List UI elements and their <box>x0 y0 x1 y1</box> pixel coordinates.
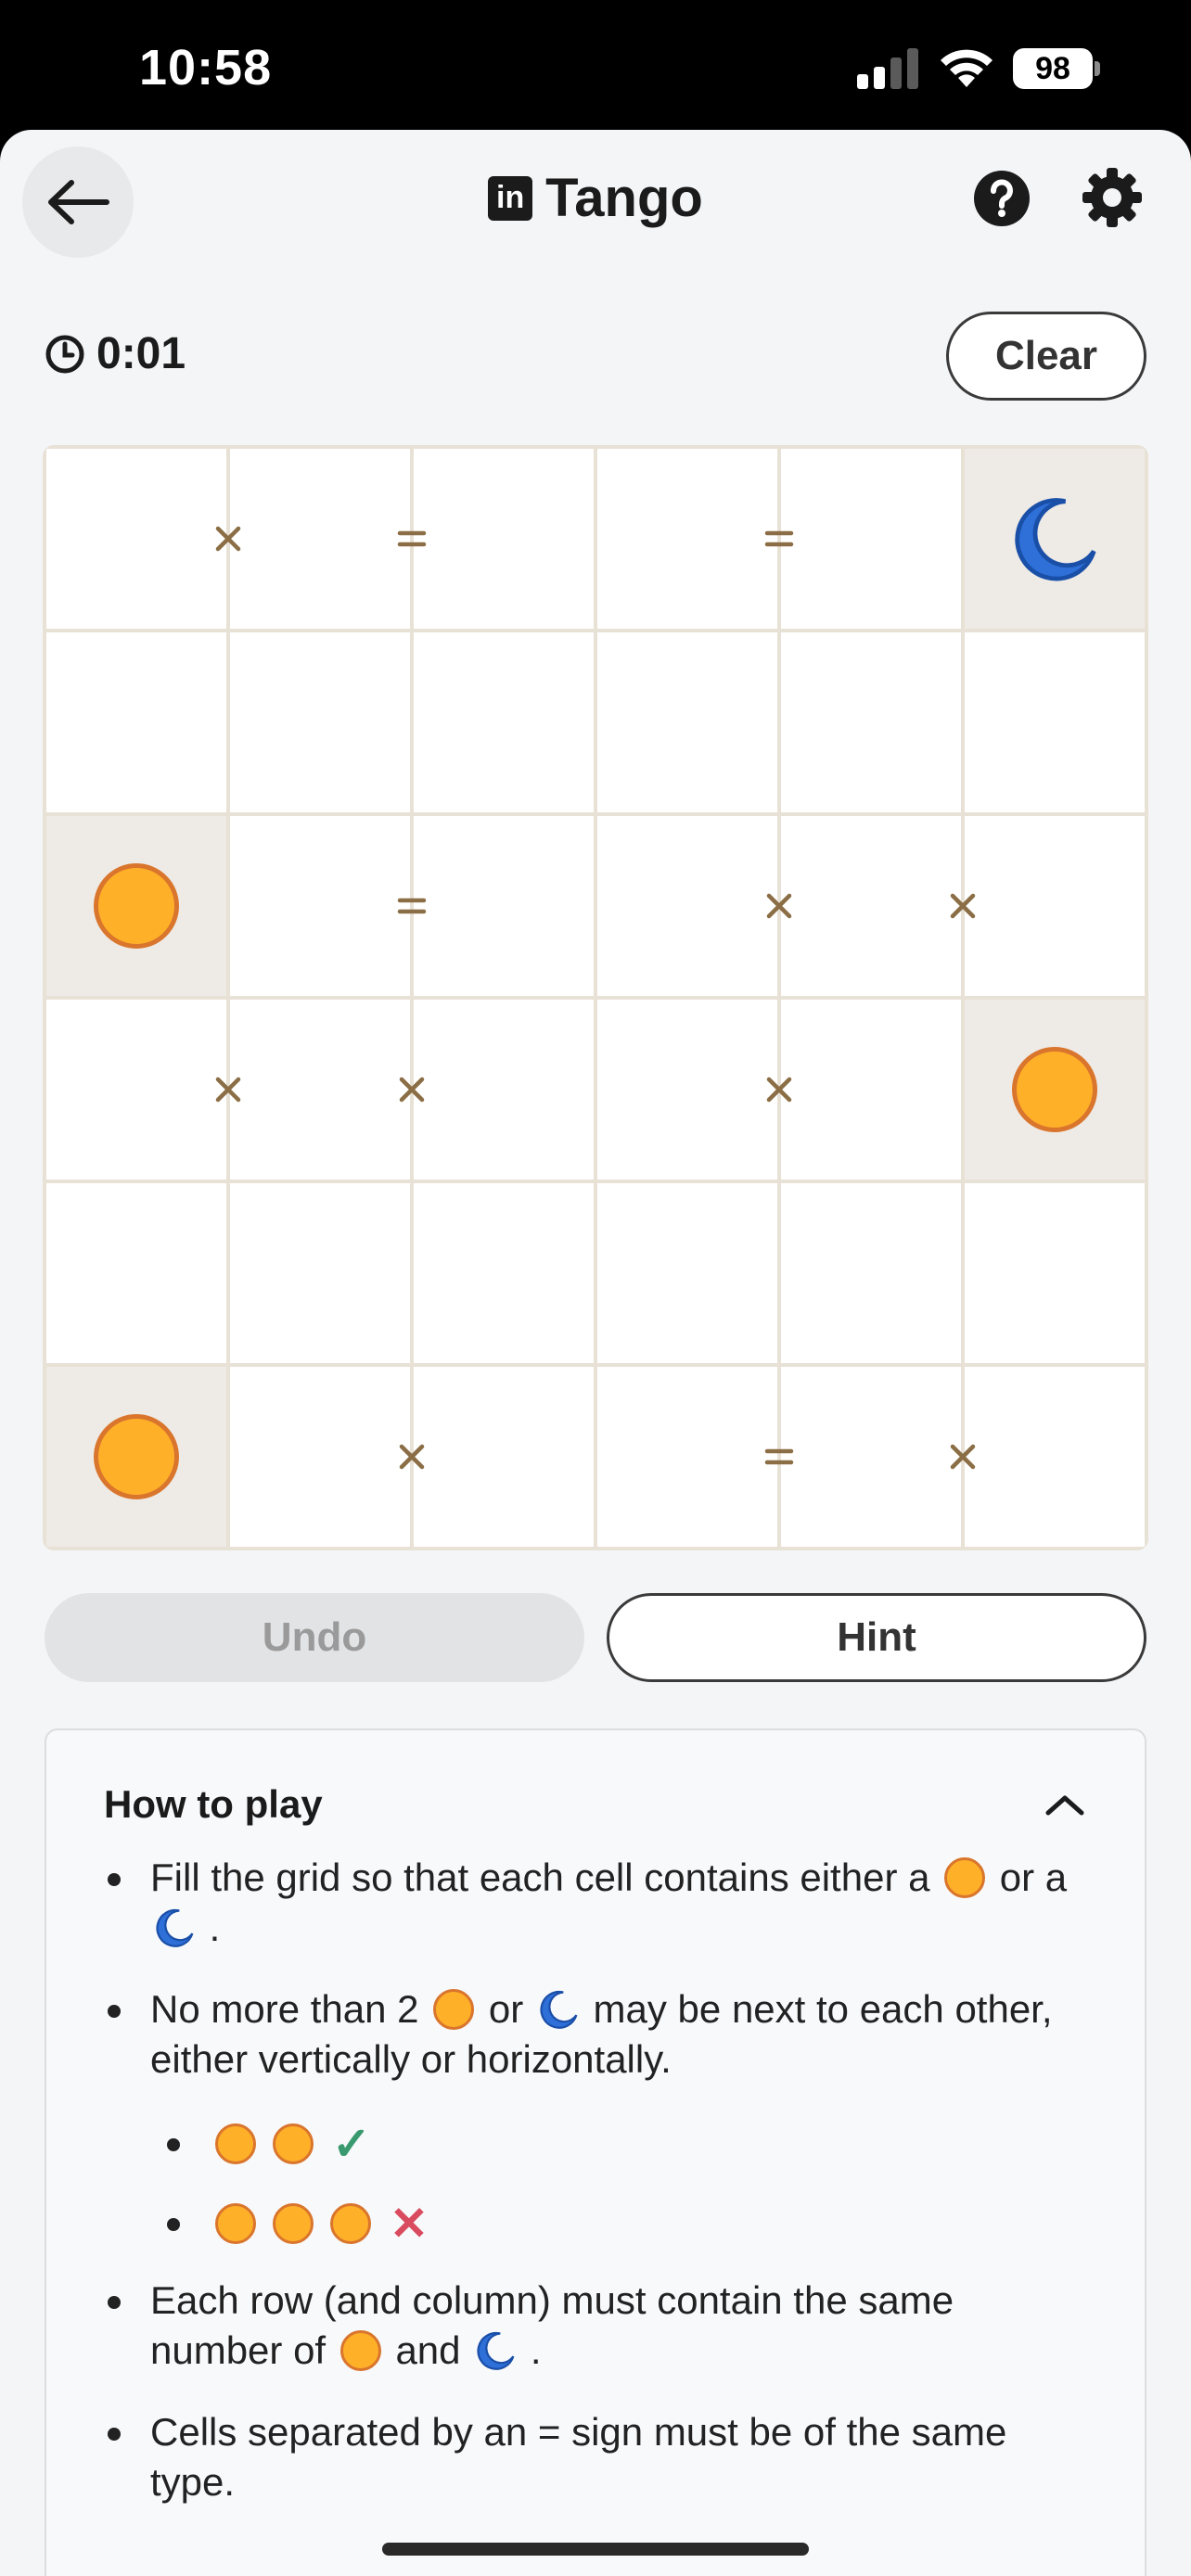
board-cell[interactable] <box>230 1367 410 1547</box>
timer: 0:01 <box>45 328 186 379</box>
rule-item: Fill the grid so that each cell contains… <box>104 1853 1087 1953</box>
board-cell[interactable] <box>414 1367 594 1547</box>
opposite-constraint-icon <box>944 1438 981 1475</box>
opposite-constraint-icon <box>210 520 247 557</box>
board-cell[interactable] <box>965 1000 1145 1180</box>
moon-icon <box>477 2331 515 2370</box>
linkedin-logo-icon: in <box>488 175 533 221</box>
board-cell[interactable] <box>46 632 226 812</box>
sun-icon <box>1012 1047 1097 1132</box>
chevron-up-icon[interactable] <box>1043 1791 1087 1818</box>
board-cell[interactable] <box>597 632 777 812</box>
sun-icon <box>215 2203 256 2244</box>
gear-icon[interactable] <box>1082 167 1143 228</box>
how-to-play-panel: How to play Fill the grid so that each c… <box>45 1728 1146 2576</box>
equal-constraint-icon <box>393 887 430 925</box>
cross-icon: ✕ <box>390 2198 429 2250</box>
board-cell[interactable] <box>414 449 594 629</box>
sun-icon <box>94 1414 179 1499</box>
board-cell[interactable] <box>965 632 1145 812</box>
status-bar: 10:58 98 <box>0 0 1191 130</box>
moon-icon <box>156 1908 194 1947</box>
opposite-constraint-icon <box>393 1071 430 1108</box>
equal-constraint-icon <box>761 1438 798 1475</box>
equal-constraint-icon <box>393 520 430 557</box>
board-cell[interactable] <box>781 632 961 812</box>
moon-icon <box>1015 498 1096 581</box>
board-cell[interactable] <box>46 816 226 996</box>
sun-icon <box>215 2123 256 2164</box>
board-cell[interactable] <box>46 1000 226 1180</box>
board-cell[interactable] <box>781 1000 961 1180</box>
moon-icon <box>540 1990 578 2029</box>
board-cell[interactable] <box>597 449 777 629</box>
board-cell[interactable] <box>597 1367 777 1547</box>
board-cell[interactable] <box>230 449 410 629</box>
sun-icon <box>273 2123 314 2164</box>
battery-level: 98 <box>1013 48 1093 89</box>
board-cell[interactable] <box>781 1367 961 1547</box>
board-grid <box>46 449 1145 1547</box>
opposite-constraint-icon <box>944 887 981 925</box>
opposite-constraint-icon <box>393 1438 430 1475</box>
sun-icon <box>339 2330 381 2371</box>
board-cell[interactable] <box>414 816 594 996</box>
sun-icon <box>944 1857 986 1898</box>
sun-icon <box>433 1989 475 2030</box>
check-icon: ✓ <box>332 2118 371 2170</box>
rule-item: Cells separated by an = sign must be of … <box>104 2407 1087 2507</box>
board-cell[interactable] <box>965 449 1145 629</box>
timer-value: 0:01 <box>96 329 186 378</box>
board-cell[interactable] <box>230 1000 410 1180</box>
board-cell[interactable] <box>781 1183 961 1363</box>
board-cell[interactable] <box>414 1000 594 1180</box>
sun-icon <box>94 863 179 949</box>
game-sheet: in Tango 0:01 Clear Undo Hint How to pla… <box>0 130 1191 2576</box>
sun-icon <box>273 2203 314 2244</box>
board-cell[interactable] <box>597 1000 777 1180</box>
board-cell[interactable] <box>781 816 961 996</box>
example-valid: ✓ <box>104 2116 1087 2172</box>
battery-icon: 98 <box>1013 48 1102 89</box>
how-to-play-header[interactable]: How to play <box>104 1782 1087 1827</box>
clear-button[interactable]: Clear <box>946 312 1146 401</box>
clock-icon <box>45 335 84 373</box>
board-cell[interactable] <box>597 1183 777 1363</box>
board-cell[interactable] <box>230 632 410 812</box>
undo-button[interactable]: Undo <box>45 1593 584 1682</box>
opposite-constraint-icon <box>761 887 798 925</box>
how-to-play-title: How to play <box>104 1782 323 1826</box>
opposite-constraint-icon <box>761 1071 798 1108</box>
cellular-signal-icon <box>857 48 918 89</box>
board-cell[interactable] <box>414 1183 594 1363</box>
opposite-constraint-icon <box>210 1071 247 1108</box>
home-indicator <box>382 2543 809 2556</box>
example-invalid: ✕ <box>104 2196 1087 2251</box>
board-cell[interactable] <box>965 1183 1145 1363</box>
board-cell[interactable] <box>414 632 594 812</box>
title-text: Tango <box>545 168 703 228</box>
rule-item: Each row (and column) must contain the s… <box>104 2276 1087 2376</box>
board-cell[interactable] <box>46 1183 226 1363</box>
hint-button[interactable]: Hint <box>607 1593 1146 1682</box>
board-cell[interactable] <box>965 1367 1145 1547</box>
board-cell[interactable] <box>46 449 226 629</box>
equal-constraint-icon <box>761 520 798 557</box>
board-cell[interactable] <box>46 1367 226 1547</box>
board-cell[interactable] <box>781 449 961 629</box>
board-cell[interactable] <box>230 1183 410 1363</box>
wifi-icon <box>941 49 992 87</box>
rules-list: Fill the grid so that each cell contains… <box>104 1853 1087 2507</box>
status-time: 10:58 <box>139 40 273 96</box>
board-cell[interactable] <box>597 816 777 996</box>
sun-icon <box>330 2203 371 2244</box>
board-cell[interactable] <box>965 816 1145 996</box>
rule-item: No more than 2 or may be next to each ot… <box>104 1984 1087 2085</box>
game-board <box>43 445 1148 1550</box>
help-icon[interactable] <box>972 169 1031 228</box>
board-cell[interactable] <box>230 816 410 996</box>
